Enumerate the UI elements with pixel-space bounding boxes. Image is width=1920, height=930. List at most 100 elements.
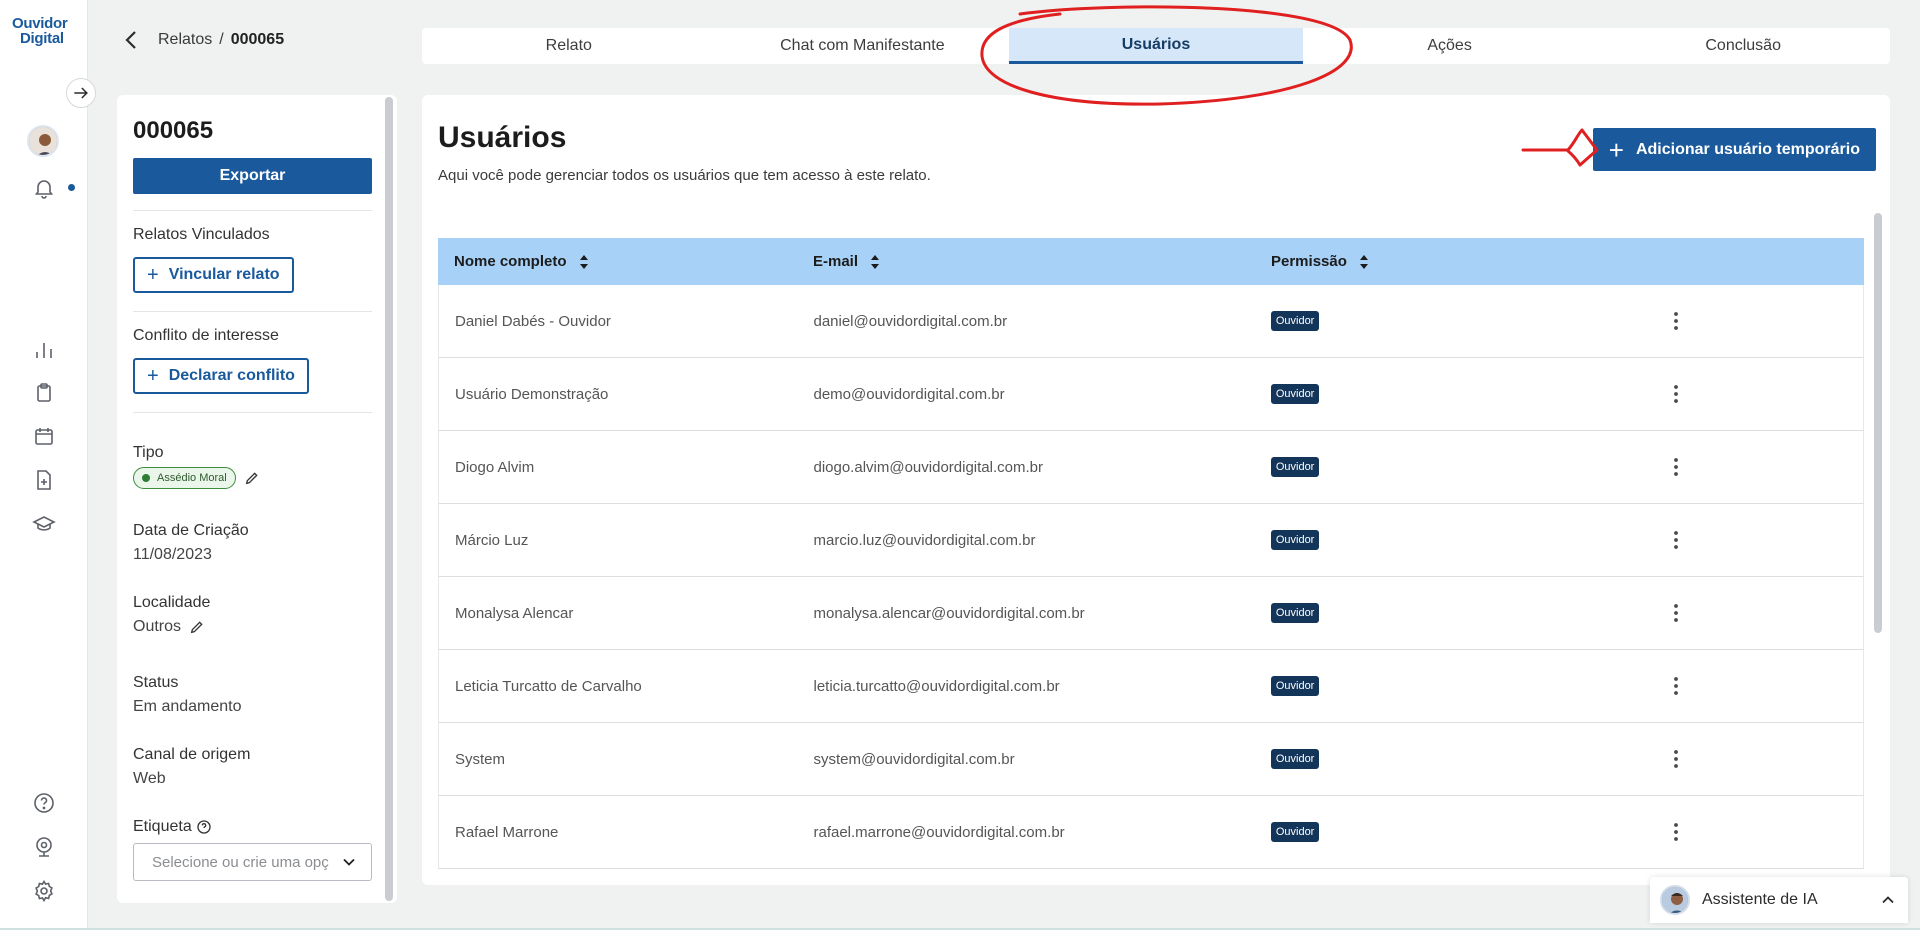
sort-icon[interactable] [870, 254, 880, 270]
user-name-cell: Monalysa Alencar [455, 604, 574, 622]
permission-badge: Ouvidor [1270, 676, 1320, 696]
sort-icon[interactable] [579, 254, 589, 270]
status-label: Status [133, 674, 179, 691]
breadcrumb-separator: / [219, 31, 224, 48]
pencil-icon[interactable] [244, 470, 260, 486]
left-nav-rail: Ouvidor Digital [0, 0, 88, 930]
bell-icon[interactable] [32, 176, 56, 200]
expand-sidebar-button[interactable] [66, 78, 96, 108]
back-arrow-icon[interactable] [120, 28, 144, 52]
user-name-cell: Leticia Turcatto de Carvalho [455, 677, 642, 695]
tab-acoes[interactable]: Ações [1303, 28, 1597, 64]
plus-icon: + [147, 264, 159, 286]
user-email-cell: rafael.marrone@ouvidordigital.com.br [813, 823, 1065, 841]
permission-cell: Ouvidor [1270, 311, 1664, 331]
location-value-row: Outros [133, 618, 205, 636]
column-header-name[interactable]: Nome completo [438, 253, 813, 270]
actions-cell [1664, 455, 1863, 479]
export-button[interactable]: Exportar [133, 158, 372, 194]
user-email-cell: demo@ouvidordigital.com.br [813, 385, 1005, 403]
file-add-icon[interactable] [32, 468, 56, 492]
ai-assistant-widget[interactable]: Assistente de IA [1650, 877, 1908, 923]
permission-cell: Ouvidor [1270, 822, 1664, 842]
channel-label: Canal de origem [133, 746, 251, 763]
permission-badge: Ouvidor [1270, 749, 1320, 769]
table-scrollbar[interactable] [1874, 213, 1882, 633]
report-id-title: 000065 [133, 117, 214, 144]
tab-relato[interactable]: Relato [422, 28, 716, 64]
table-row: Rafael Marrone rafael.marrone@ouvidordig… [438, 796, 1864, 869]
user-avatar[interactable] [27, 125, 59, 157]
conflict-label: Conflito de interesse [133, 327, 279, 344]
table-row: Márcio Luz marcio.luz@ouvidordigital.com… [438, 504, 1864, 577]
divider [133, 311, 372, 312]
tag-select[interactable]: Selecione ou crie uma opç [133, 843, 372, 881]
breadcrumb: Relatos / 000065 [120, 28, 284, 52]
tab-conclusao[interactable]: Conclusão [1596, 28, 1890, 64]
kebab-menu-icon[interactable] [1664, 528, 1863, 552]
sort-icon[interactable] [1359, 254, 1369, 270]
pencil-icon[interactable] [189, 619, 205, 635]
permission-badge: Ouvidor [1270, 530, 1320, 550]
table-row: Leticia Turcatto de Carvalho leticia.tur… [438, 650, 1864, 723]
kebab-menu-icon[interactable] [1664, 601, 1863, 625]
table-row: System system@ouvidordigital.com.br Ouvi… [438, 723, 1864, 796]
gear-icon[interactable] [32, 879, 56, 903]
chevron-up-icon[interactable] [1878, 890, 1898, 910]
tab-chat-com-manifestante[interactable]: Chat com Manifestante [716, 28, 1010, 64]
actions-cell [1664, 309, 1863, 333]
permission-badge: Ouvidor [1270, 384, 1320, 404]
column-label: E-mail [813, 253, 859, 270]
app-logo[interactable]: Ouvidor Digital [12, 16, 76, 46]
divider [133, 210, 372, 211]
tag-select-placeholder: Selecione ou crie uma opç [152, 853, 329, 871]
kebab-menu-icon[interactable] [1664, 820, 1863, 844]
kebab-menu-icon[interactable] [1664, 455, 1863, 479]
calendar-icon[interactable] [32, 424, 56, 448]
user-email-cell: marcio.luz@ouvidordigital.com.br [813, 531, 1036, 549]
notification-dot [68, 184, 75, 191]
user-name-cell: System [455, 750, 506, 768]
column-header-permission[interactable]: Permissão [1271, 253, 1665, 270]
actions-cell [1664, 820, 1863, 844]
type-tag-label: Assédio Moral [157, 472, 227, 484]
permission-badge: Ouvidor [1270, 822, 1320, 842]
link-report-button[interactable]: + Vincular relato [133, 257, 294, 293]
help-icon[interactable] [32, 791, 56, 815]
actions-cell [1664, 747, 1863, 771]
report-tabs: Relato Chat com Manifestante Usuários Aç… [422, 28, 1890, 64]
graduation-cap-icon[interactable] [32, 512, 56, 536]
breadcrumb-parent-link[interactable]: Relatos [158, 31, 212, 49]
users-panel: Usuários Aqui você pode gerenciar todos … [422, 95, 1890, 885]
page-title: Usuários [438, 121, 567, 154]
actions-cell [1664, 674, 1863, 698]
actions-cell [1664, 601, 1863, 625]
permission-cell: Ouvidor [1270, 530, 1664, 550]
kebab-menu-icon[interactable] [1664, 309, 1863, 333]
permission-cell: Ouvidor [1270, 603, 1664, 623]
tag-label-row: Etiqueta [133, 818, 212, 836]
clipboard-icon[interactable] [32, 381, 56, 405]
add-temporary-user-button[interactable]: + Adicionar usuário temporário [1592, 128, 1876, 171]
kebab-menu-icon[interactable] [1664, 674, 1863, 698]
permission-cell: Ouvidor [1270, 457, 1664, 477]
actions-cell [1664, 528, 1863, 552]
column-header-email[interactable]: E-mail [813, 253, 1271, 270]
chart-icon[interactable] [32, 338, 56, 362]
logo-line-1: Ouvidor [12, 15, 68, 32]
kebab-menu-icon[interactable] [1664, 747, 1863, 771]
logo-line-2: Digital [20, 30, 64, 47]
tab-usuarios[interactable]: Usuários [1009, 28, 1303, 64]
page-subtitle: Aqui você pode gerenciar todos os usuári… [438, 167, 931, 184]
column-label: Permissão [1271, 253, 1347, 270]
kebab-menu-icon[interactable] [1664, 382, 1863, 406]
assistant-label: Assistente de IA [1702, 891, 1818, 908]
user-name-cell: Márcio Luz [455, 531, 529, 549]
permission-cell: Ouvidor [1270, 749, 1664, 769]
details-panel-scrollbar[interactable] [385, 97, 393, 901]
declare-conflict-button[interactable]: + Declarar conflito [133, 358, 309, 394]
user-email-cell: diogo.alvim@ouvidordigital.com.br [813, 458, 1043, 476]
help-icon[interactable] [196, 819, 212, 835]
expand-arrow-icon [71, 83, 91, 103]
webcam-icon[interactable] [32, 835, 56, 859]
